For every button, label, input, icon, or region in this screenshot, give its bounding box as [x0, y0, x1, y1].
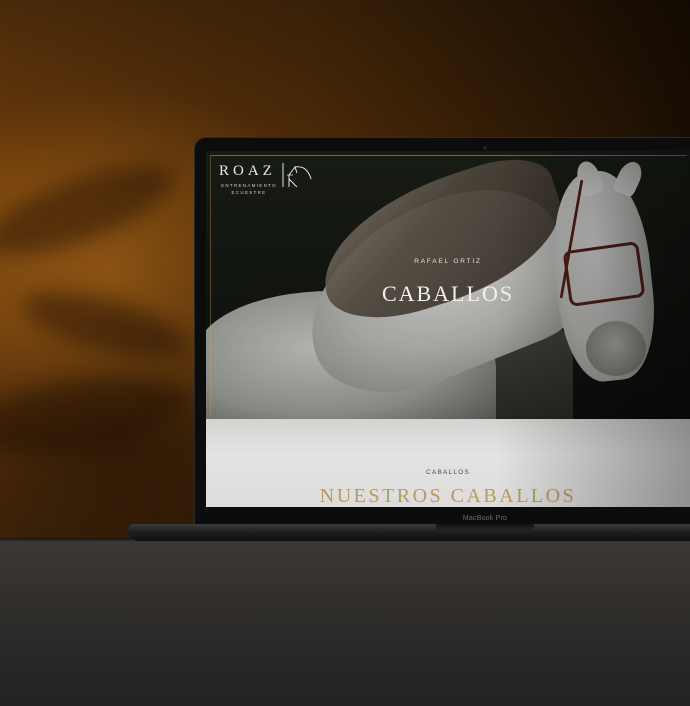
laptop-model-label: MacBook Pro: [462, 515, 508, 522]
logo-tagline-line1: ENTRENAMIENTO: [221, 183, 277, 188]
hero-title: CABALLOS: [381, 281, 515, 306]
laptop-lid-notch: [436, 524, 534, 531]
logo-tagline-line2: ECUESTRE: [231, 190, 267, 195]
horse-ear-monogram-icon: [282, 163, 312, 188]
webcam-icon: [483, 146, 487, 150]
horses-section: CABALLOS NUESTROS CABALLOS: [206, 419, 690, 507]
laptop-screen: ROAZ ENTRENAMIENTO ECUESTRE RAFAEL ORTIZ…: [206, 151, 690, 507]
hero-section: ROAZ ENTRENAMIENTO ECUESTRE RAFAEL ORTIZ…: [206, 151, 690, 431]
logo-wordmark: ROAZ: [219, 163, 276, 179]
logo-tagline: ENTRENAMIENTO ECUESTRE: [219, 182, 279, 196]
background-floor: [0, 540, 690, 706]
hero-kicker: RAFAEL ORTIZ: [414, 258, 482, 265]
site-logo[interactable]: ROAZ ENTRENAMIENTO ECUESTRE: [219, 163, 329, 203]
section-kicker: CABALLOS: [426, 469, 470, 476]
section-title: NUESTROS CABALLOS: [319, 485, 577, 507]
laptop-base: [128, 524, 690, 541]
